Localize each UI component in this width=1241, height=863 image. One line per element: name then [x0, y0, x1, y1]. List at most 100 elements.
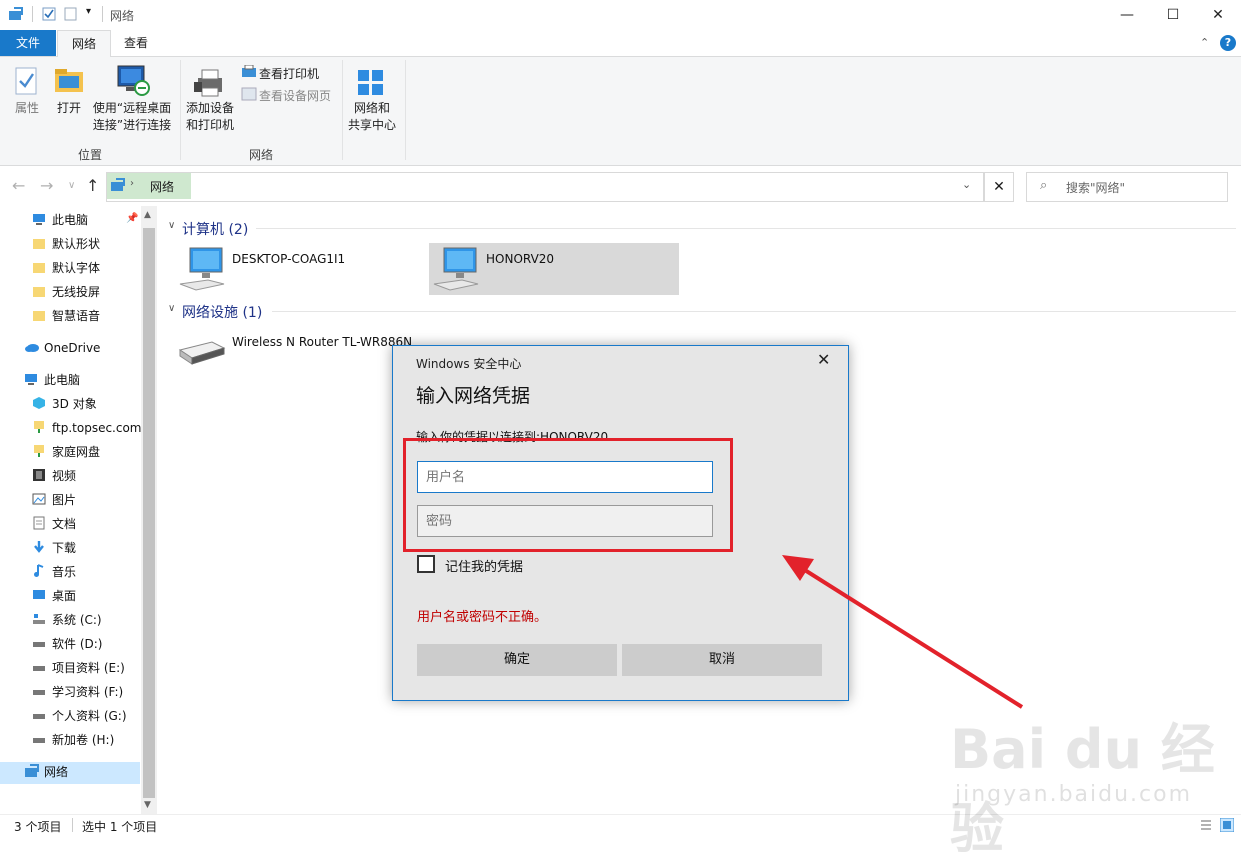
computer-desktop-coag1i1[interactable]: DESKTOP-COAG1I1	[232, 252, 345, 266]
sidebar-item-thispc-quick[interactable]: 此电脑	[32, 209, 172, 231]
properties-button[interactable]: 属性	[6, 100, 48, 117]
collapse-group-icon[interactable]: ∨	[168, 220, 175, 231]
folder-icon	[32, 259, 46, 273]
sidebar-item-label: 图片	[52, 493, 77, 507]
pin-icon[interactable]: 📌	[126, 213, 138, 224]
sidebar-item-ftp[interactable]: ftp.topsec.com	[32, 417, 172, 439]
open-button[interactable]: 打开	[50, 100, 88, 117]
sidebar-item-drive-g[interactable]: 个人资料 (G:)	[32, 705, 172, 727]
sidebar-item-label: 视频	[52, 469, 77, 483]
sidebar-item-label: 3D 对象	[52, 397, 97, 411]
sidebar-item-network[interactable]: 网络	[24, 761, 164, 783]
properties-icon	[14, 66, 40, 99]
back-arrow-icon[interactable]: ←	[12, 176, 25, 195]
up-arrow-icon[interactable]: ↑	[86, 176, 99, 195]
collapse-group-icon[interactable]: ∨	[168, 303, 175, 314]
sidebar-item-label: 文档	[52, 517, 77, 531]
group-divider	[272, 311, 1236, 312]
sidebar-item-downloads[interactable]: 下载	[32, 537, 172, 559]
sidebar-item-pictures[interactable]: 图片	[32, 489, 172, 511]
window-title: 网络	[110, 9, 135, 23]
sidebar-item-desktop[interactable]: 桌面	[32, 585, 172, 607]
collapse-ribbon-icon[interactable]: ⌃	[1200, 36, 1209, 49]
sidebar-item-documents[interactable]: 文档	[32, 513, 172, 535]
maximize-button[interactable]: ☐	[1150, 0, 1196, 30]
view-printers-icon	[241, 64, 257, 82]
netdrive-icon	[32, 443, 46, 457]
folder-icon	[32, 283, 46, 297]
remember-label[interactable]: 记住我的凭据	[445, 556, 523, 575]
sidebar-item-label: OneDrive	[44, 341, 101, 355]
group-divider	[256, 228, 1236, 229]
drive-icon	[32, 635, 46, 649]
dialog-close-icon[interactable]: ✕	[817, 350, 830, 369]
sidebar-item-drive-f[interactable]: 学习资料 (F:)	[32, 681, 172, 703]
sidebar-item-onedrive[interactable]: OneDrive	[24, 337, 164, 359]
sidebar-item-thispc[interactable]: 此电脑	[24, 369, 164, 391]
folder-icon	[32, 235, 46, 249]
search-input[interactable]	[1026, 172, 1228, 202]
view-device-webpage-button[interactable]: 查看设备网页	[259, 87, 331, 104]
pc-icon	[24, 371, 38, 385]
breadcrumb-chevron-icon[interactable]: ›	[130, 178, 134, 189]
network-sharing-center-button[interactable]: 网络和 共享中心	[344, 100, 400, 134]
sidebar-item-smart-voice[interactable]: 智慧语音	[32, 305, 172, 327]
picture-icon	[32, 491, 46, 505]
computer-honorv20[interactable]: HONORV20	[486, 252, 554, 266]
remote-desktop-button[interactable]: 使用“远程桌面 连接”进行连接	[90, 100, 174, 134]
sidebar-item-drive-h[interactable]: 新加卷 (H:)	[32, 729, 172, 751]
sharing-center-icon	[356, 68, 386, 101]
help-icon[interactable]: ?	[1220, 35, 1236, 51]
router-tl-wr886n[interactable]: Wireless N Router TL-WR886N	[232, 335, 412, 349]
tab-file[interactable]: 文件	[0, 30, 56, 56]
ribbon-separator	[342, 60, 343, 160]
sidebar-item-label: 此电脑	[44, 373, 81, 387]
remember-checkbox[interactable]	[417, 555, 435, 573]
drive-icon	[32, 731, 46, 745]
status-selected-count: 选中 1 个项目	[82, 820, 158, 834]
sidebar-item-label: 音乐	[52, 565, 77, 579]
sidebar-item-default-shape[interactable]: 默认形状	[32, 233, 172, 255]
minimize-button[interactable]: —	[1104, 0, 1150, 30]
properties-quick-icon[interactable]	[42, 7, 56, 21]
network-crumb-icon	[110, 178, 126, 195]
add-devices-button[interactable]: 添加设备 和打印机	[182, 100, 238, 134]
scroll-down-icon[interactable]: ▼	[144, 800, 151, 810]
address-bar[interactable]	[106, 172, 984, 202]
sidebar-item-videos[interactable]: 视频	[32, 465, 172, 487]
divider	[72, 818, 73, 832]
ok-button[interactable]: 确定	[417, 644, 617, 676]
breadcrumb-network[interactable]: 网络	[150, 178, 174, 195]
ribbon-separator	[180, 60, 181, 160]
sidebar-item-label: 项目资料 (E:)	[52, 661, 125, 675]
sidebar-item-drive-d[interactable]: 软件 (D:)	[32, 633, 172, 655]
group-header-computers[interactable]: 计算机 (2)	[182, 219, 248, 239]
sidebar-item-default-font[interactable]: 默认字体	[32, 257, 172, 279]
sidebar-item-drive-c[interactable]: 系统 (C:)	[32, 609, 172, 631]
sidebar-item-drive-e[interactable]: 项目资料 (E:)	[32, 657, 172, 679]
sidebar-item-music[interactable]: 音乐	[32, 561, 172, 583]
view-printers-button[interactable]: 查看打印机	[259, 65, 319, 82]
tab-network[interactable]: 网络	[57, 30, 111, 58]
sidebar-item-wireless-cast[interactable]: 无线投屏	[32, 281, 172, 303]
error-message: 用户名或密码不正确。	[417, 610, 548, 625]
sidebar-item-label: 家庭网盘	[52, 445, 101, 459]
forward-arrow-icon[interactable]: →	[40, 176, 53, 195]
music-icon	[32, 563, 46, 577]
sidebar-item-3d-objects[interactable]: 3D 对象	[32, 393, 172, 415]
recent-locations-icon[interactable]: ∨	[68, 180, 75, 191]
dialog-app-name: Windows 安全中心	[416, 357, 522, 371]
address-dropdown-icon[interactable]: ⌄	[962, 178, 971, 191]
refresh-clear-button[interactable]: ✕	[984, 172, 1014, 202]
divider	[32, 6, 33, 22]
customize-quick-access-icon[interactable]: ▾	[86, 6, 91, 17]
group-header-network-infrastructure[interactable]: 网络设施 (1)	[182, 302, 262, 322]
sidebar-item-home-netdisk[interactable]: 家庭网盘	[32, 441, 172, 463]
title-bar	[0, 0, 1241, 30]
sidebar-item-label: 桌面	[52, 589, 77, 603]
search-icon: ⌕	[1040, 178, 1048, 193]
new-folder-quick-icon[interactable]	[64, 7, 78, 21]
tab-view[interactable]: 查看	[110, 30, 162, 56]
printer-icon	[194, 68, 226, 101]
close-button[interactable]: ✕	[1195, 0, 1241, 30]
